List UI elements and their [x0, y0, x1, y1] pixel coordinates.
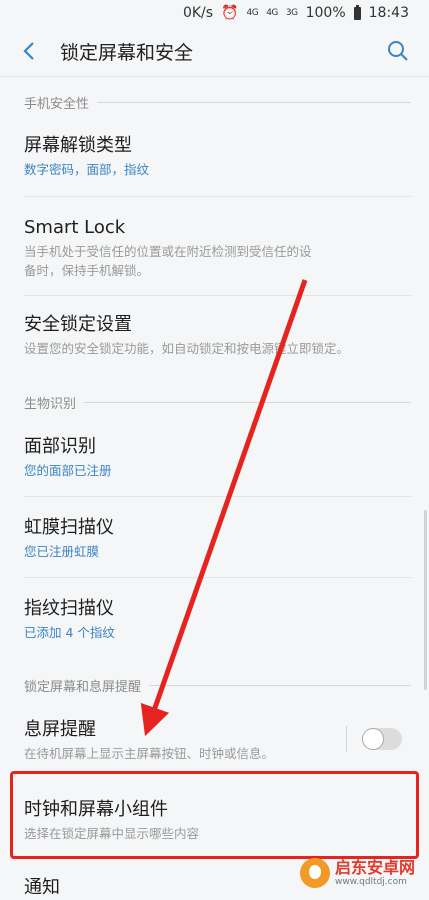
- setting-always-on-display[interactable]: 息屏提醒 在待机屏幕上显示主屏幕按钮、时钟或信息。: [24, 718, 339, 763]
- aod-toggle-switch[interactable]: [362, 728, 402, 750]
- setting-title: 面部识别: [24, 436, 96, 457]
- battery-icon: [353, 4, 361, 20]
- setting-summary: 您已注册虹膜: [24, 544, 100, 559]
- setting-summary: 数字密码，面部，指纹: [24, 162, 150, 177]
- back-button[interactable]: [4, 26, 54, 76]
- setting-secure-lock[interactable]: 安全锁定设置 设置您的安全锁定功能，如自动锁定和按电源键立即锁定。: [24, 313, 411, 358]
- setting-summary: 当手机处于受信任的位置或在附近检测到受信任的设 备时，保持手机解锁。: [24, 244, 312, 278]
- watermark-logo-icon: [300, 858, 330, 888]
- page-title: 锁定屏幕和安全: [60, 41, 194, 64]
- setting-title: 屏幕解锁类型: [24, 135, 132, 156]
- setting-title: 息屏提醒: [24, 719, 96, 740]
- watermark-url: www.qdltdj.com: [335, 876, 407, 887]
- watermark-name: 启东安卓网: [335, 857, 416, 877]
- back-arrow-icon: [23, 42, 34, 60]
- app-bar: 锁定屏幕和安全: [0, 26, 429, 76]
- setting-face-recognition[interactable]: 面部识别 您的面部已注册: [24, 435, 411, 480]
- setting-title: Smart Lock: [24, 217, 126, 238]
- setting-iris-scanner[interactable]: 虹膜扫描仪 您已注册虹膜: [24, 516, 411, 561]
- setting-summary: 已添加 4 个指纹: [24, 625, 115, 640]
- header-divider: [0, 76, 429, 77]
- highlight-box: [10, 771, 419, 859]
- alarm-icon: ⏰: [221, 5, 239, 21]
- divider: [24, 295, 411, 296]
- watermark: 启东安卓网 www.qdltdj.com: [300, 856, 429, 890]
- section-header-lockscreen-aod: 锁定屏幕和息屏提醒: [24, 675, 411, 695]
- divider: [24, 196, 411, 197]
- status-bar: 0K/s ⏰ 4G 4G 3G 100% 18:43: [0, 0, 429, 26]
- clock: 18:43: [368, 5, 409, 21]
- setting-title: 安全锁定设置: [24, 314, 132, 335]
- scrollbar[interactable]: [424, 510, 427, 690]
- divider: [24, 577, 411, 578]
- signal-4g-icon-2: 4G: [266, 8, 278, 18]
- setting-fingerprint-scanner[interactable]: 指纹扫描仪 已添加 4 个指纹: [24, 597, 411, 642]
- signal-4g-icon: 4G: [246, 8, 259, 18]
- search-icon: [388, 41, 408, 61]
- toggle-knob: [363, 729, 383, 749]
- section-header-biometrics: 生物识别: [24, 392, 411, 412]
- setting-title: 虹膜扫描仪: [24, 517, 114, 538]
- setting-summary: 您的面部已注册: [24, 463, 112, 478]
- section-header-phone-security: 手机安全性: [24, 92, 411, 112]
- setting-title: 指纹扫描仪: [24, 598, 114, 619]
- toggle-separator: [346, 726, 347, 752]
- setting-summary: 设置您的安全锁定功能，如自动锁定和按电源键立即锁定。: [24, 341, 350, 356]
- setting-smart-lock[interactable]: Smart Lock 当手机处于受信任的位置或在附近检测到受信任的设 备时，保持…: [24, 216, 411, 280]
- network-speed: 0K/s: [182, 5, 214, 21]
- setting-summary: 在待机屏幕上显示主屏幕按钮、时钟或信息。: [24, 746, 275, 761]
- search-button[interactable]: [373, 26, 423, 76]
- signal-3g-icon: 3G: [285, 8, 298, 18]
- battery-percent: 100%: [305, 5, 346, 21]
- setting-screen-unlock-type[interactable]: 屏幕解锁类型 数字密码，面部，指纹: [24, 134, 411, 179]
- divider: [24, 496, 411, 497]
